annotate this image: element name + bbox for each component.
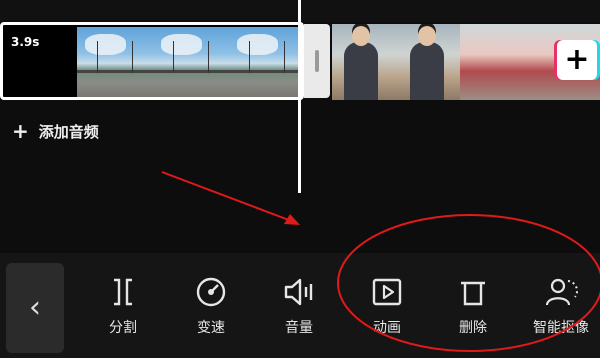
bottom-toolbar: ‹ 分割 变速 音量 动画 删除 智能抠像 (0, 253, 600, 358)
tool-label: 动画 (373, 320, 401, 336)
animation-icon (372, 278, 402, 306)
tool-label: 删除 (459, 320, 487, 336)
tool-volume[interactable]: 音量 (264, 275, 334, 337)
tool-delete[interactable]: 删除 (438, 275, 508, 337)
speed-icon (196, 277, 226, 307)
tool-animation[interactable]: 动画 (352, 275, 422, 337)
tool-label: 分割 (109, 320, 137, 336)
tool-label: 智能抠像 (533, 320, 589, 336)
tool-label: 变速 (197, 320, 225, 336)
smart-cutout-icon (545, 278, 578, 306)
tool-split[interactable]: 分割 (88, 275, 158, 337)
delete-icon (461, 281, 485, 306)
volume-icon (284, 278, 313, 306)
tool-speed[interactable]: 变速 (176, 275, 246, 337)
tool-label: 音量 (285, 320, 313, 336)
back-button[interactable]: ‹ (6, 263, 64, 353)
tool-smart-cutout[interactable]: 智能抠像 (526, 275, 596, 337)
split-icon (114, 278, 132, 306)
